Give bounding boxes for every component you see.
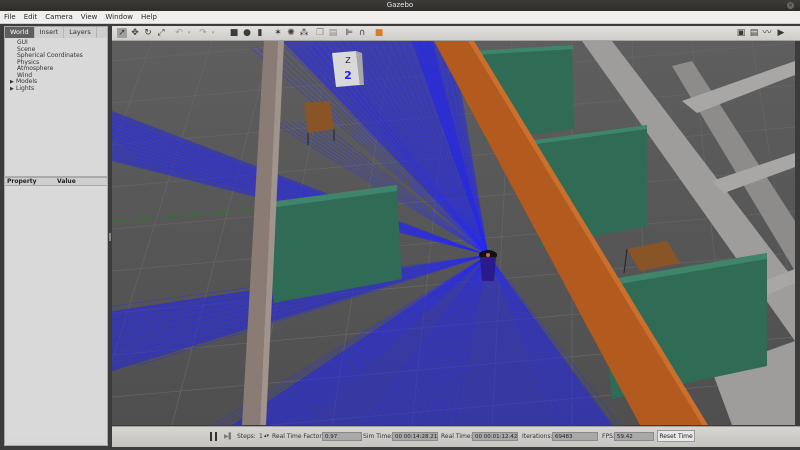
marker-number: 2 [344, 69, 352, 82]
real-time-label: Real Time: [441, 433, 473, 440]
plot-icon[interactable]: 〰 [762, 28, 772, 38]
robot-body[interactable] [480, 257, 496, 281]
panel-splitter-handle[interactable] [109, 233, 111, 241]
fps-value: 59.42 [614, 432, 654, 441]
viewport-right-edge [795, 41, 800, 425]
window-title: Gazebo [386, 1, 414, 9]
window-titlebar: Gazebo × [0, 0, 800, 11]
translate-icon[interactable]: ✥ [130, 28, 140, 38]
point-light-icon[interactable]: ✶ [273, 28, 283, 38]
redo-dropdown-icon[interactable]: ▾ [208, 28, 218, 38]
steps-spinner-icon[interactable]: ▴▾ [264, 433, 269, 439]
menu-view[interactable]: View [77, 11, 102, 23]
tab-insert[interactable]: Insert [35, 27, 65, 38]
menubar: File Edit Camera View Window Help [0, 11, 800, 24]
iterations-label: Iterations: [522, 433, 553, 440]
scene-render[interactable]: Z 2 [112, 41, 795, 425]
sim-time-value: 00 00:14:28.211 [392, 432, 438, 441]
world-tree: GUI Scene Spherical Coordinates Physics … [5, 38, 107, 177]
steps-label: Steps: [237, 433, 256, 440]
real-time-value: 00 00:01:12.421 [472, 432, 518, 441]
menu-help[interactable]: Help [137, 11, 161, 23]
rtf-value: 0.97 [322, 432, 362, 441]
reset-time-button[interactable]: Reset Time [657, 430, 695, 442]
close-window-button[interactable]: × [787, 2, 794, 9]
menu-file[interactable]: File [0, 11, 20, 23]
property-table-body [5, 186, 107, 436]
scale-icon[interactable]: ⤢ [156, 28, 166, 38]
fps-label: FPS: [602, 433, 615, 440]
change-view-icon[interactable]: ■ [374, 28, 384, 38]
left-panel: World Insert Layers GUI Scene Spherical … [4, 26, 108, 446]
menu-window[interactable]: Window [101, 11, 137, 23]
steps-value[interactable]: 1 [259, 433, 263, 440]
copy-icon[interactable]: ❐ [315, 28, 325, 38]
rotate-icon[interactable]: ↻ [143, 28, 153, 38]
iterations-value: 69483 [552, 432, 598, 441]
scene-viewport[interactable]: Z 2 [112, 41, 795, 425]
tree-item-label: Lights [16, 84, 35, 92]
marker-letter: Z [345, 56, 351, 65]
toolbar: ➚ ✥ ↻ ⤢ ↶ ▾ ↷ ▾ ■ ● ▮ ✶ ✺ ⁂ ❐ ▤ ⊫ ∩ ■ ▣ … [112, 26, 800, 41]
simulation-statusbar: ▶▌ Steps: 1 ▴▾ Real Time Factor: 0.97 Si… [112, 426, 800, 447]
pause-button[interactable] [210, 432, 218, 441]
select-icon[interactable]: ➚ [117, 28, 127, 38]
video-icon[interactable]: ▶ [776, 28, 786, 38]
table-1 [304, 101, 334, 133]
directional-light-icon[interactable]: ⁂ [299, 28, 309, 38]
snap-icon[interactable]: ∩ [357, 28, 367, 38]
menu-edit[interactable]: Edit [20, 11, 42, 23]
value-column-header: Value [57, 178, 76, 185]
undo-icon[interactable]: ↶ [174, 28, 184, 38]
paste-icon[interactable]: ▤ [328, 28, 338, 38]
tab-world[interactable]: World [5, 27, 35, 38]
screenshot-icon[interactable]: ▣ [736, 28, 746, 38]
tab-layers[interactable]: Layers [64, 27, 97, 38]
menu-camera[interactable]: Camera [41, 11, 76, 23]
step-icon[interactable]: ▶▌ [224, 433, 233, 440]
undo-dropdown-icon[interactable]: ▾ [184, 28, 194, 38]
panel-tabs: World Insert Layers [5, 27, 107, 38]
rtf-label: Real Time Factor: [272, 433, 324, 440]
redo-icon[interactable]: ↷ [198, 28, 208, 38]
cylinder-icon[interactable]: ▮ [255, 28, 265, 38]
sphere-icon[interactable]: ● [242, 28, 252, 38]
box-icon[interactable]: ■ [229, 28, 239, 38]
property-table-header: Property Value [5, 177, 107, 186]
robot-sensor [486, 253, 490, 257]
align-icon[interactable]: ⊫ [344, 28, 354, 38]
sim-time-label: Sim Time: [363, 433, 393, 440]
property-column-header: Property [7, 178, 37, 185]
log-icon[interactable]: ▤ [749, 28, 759, 38]
tree-item-lights[interactable]: ▶ Lights [5, 84, 107, 93]
spot-light-icon[interactable]: ✺ [286, 28, 296, 38]
